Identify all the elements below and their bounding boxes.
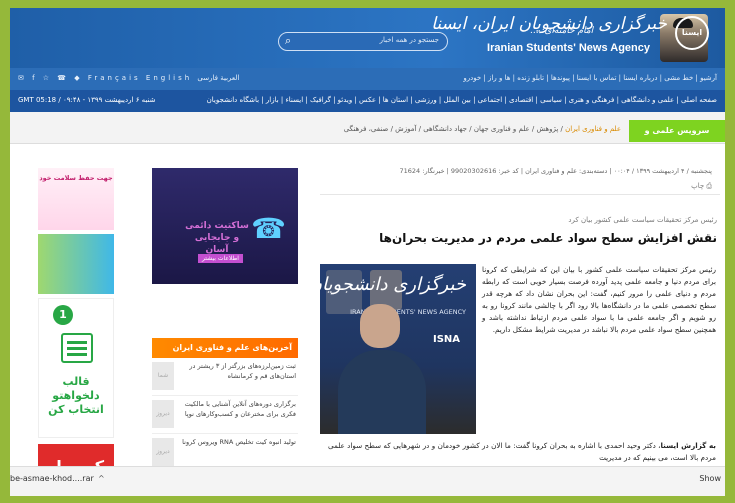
speaker-body xyxy=(338,350,426,434)
download-bar: be-asmae-khod....rar ^ Show xyxy=(10,466,725,496)
language-social-links[interactable]: ✉ f ☆ ☎ ◆ Français English العربية فارسی xyxy=(18,74,239,82)
body-text: ، دکتر وحید احمدی با اشاره به بحران کرون… xyxy=(328,441,716,462)
document-icon xyxy=(61,333,93,363)
article-body: رئیس مرکز تحقیقات سیاست علمی کشور با بیا… xyxy=(482,265,716,334)
sub-nav-active[interactable]: علم و فناوری ایران xyxy=(565,125,621,133)
item-time: شما xyxy=(152,362,174,390)
side-ads: جهت حفظ سلامت خود 1 قالب دلخواهتو انتخاب… xyxy=(38,168,114,490)
item-title[interactable]: برگزاری دوره‌های آنلاین آشنایی با مالکیت… xyxy=(178,399,296,419)
search-bar[interactable]: ⌕ جستجو در همه اخبار xyxy=(278,32,448,51)
service-nav: سرویس علمی و دانشگاهی علم و فناوری ایران… xyxy=(10,112,725,157)
service-tab[interactable]: سرویس علمی و دانشگاهی xyxy=(629,120,725,157)
show-all-button[interactable]: Show xyxy=(699,474,721,483)
source-label: به گزارش ایسنا xyxy=(660,441,717,450)
top-links[interactable]: آرشیو | خط مشی | درباره ایسنا | تماس با … xyxy=(463,74,717,82)
brand-name-fa[interactable]: خبرگزاری دانشجویان ایران، ایسنا xyxy=(431,14,667,34)
sub-nav: علم و فناوری ایران / پژوهش / علم و فناور… xyxy=(344,125,621,133)
article-photo[interactable]: خبرگزاری دانشجویان ایران IRANIAN STUDENT… xyxy=(320,264,476,434)
cloud-ad-text: ساکتیت دائمی و جابجایی آسان xyxy=(185,221,249,255)
ad-number-badge: 1 xyxy=(53,305,73,325)
phone-icon: ☎ xyxy=(251,212,286,245)
item-time: دیروز xyxy=(152,400,174,428)
list-item[interactable]: شما ثبت زمین‌لرزه‌های بزرگتر از ۳ ریشتر … xyxy=(152,358,298,396)
health-ad[interactable]: جهت حفظ سلامت خود xyxy=(38,168,114,230)
speaker-face xyxy=(360,304,400,348)
brand-name-en[interactable]: Iranian Students' News Agency xyxy=(487,42,650,54)
date-display: GMT 05:18 / ۰۹:۴۸ - شنبه ۶ اردیبهشت ۱۳۹۹ xyxy=(18,96,156,104)
template-ad-text: قالب دلخواهتو انتخاب کن xyxy=(48,375,104,416)
main-nav-items[interactable]: صفحه اصلی | علمی و دانشگاهی | فرهنگی و ه… xyxy=(207,96,717,104)
meta-row: پنجشنبه / ۴ اردیبهشت ۱۳۹۹ / ۰۰:۰۴ | دسته… xyxy=(399,167,712,175)
cloud-ad-button[interactable]: اطلاعات بیشتر xyxy=(198,254,243,263)
article-body-continued: به گزارش ایسنا، دکتر وحید احمدی با اشاره… xyxy=(328,440,716,464)
article-title: نقش افزایش سطح سواد علمی مردم در مدیریت … xyxy=(379,231,717,245)
top-links-bar: ✉ f ☆ ☎ ◆ Français English العربية فارسی… xyxy=(10,68,725,90)
sub-nav-items[interactable]: / پژوهش / علم و فناوری جهان / جهاد دانشگ… xyxy=(344,125,565,133)
main-nav: GMT 05:18 / ۰۹:۴۸ - شنبه ۶ اردیبهشت ۱۳۹۹… xyxy=(10,90,725,112)
article-meta: پنجشنبه / ۴ اردیبهشت ۱۳۹۹ / ۰۰:۰۴ | دسته… xyxy=(320,163,720,195)
search-input[interactable]: جستجو در همه اخبار xyxy=(380,36,439,44)
item-time: دیروز xyxy=(152,438,174,466)
cloud-ad-banner[interactable]: ☎ ساکتیت دائمی و جابجایی آسان اطلاعات بی… xyxy=(152,168,298,284)
site-header: امام خامنه‌ای: ... ⌕ جستجو در همه اخبار … xyxy=(10,8,725,68)
browser-viewport: امام خامنه‌ای: ... ⌕ جستجو در همه اخبار … xyxy=(10,8,725,496)
chevron-up-icon[interactable]: ^ xyxy=(98,474,105,483)
latest-news-heading[interactable]: آخرین‌های علم و فناوری ایران xyxy=(152,338,298,358)
item-title[interactable]: ثبت زمین‌لرزه‌های بزرگتر از ۳ ریشتر در ا… xyxy=(178,361,296,381)
list-item[interactable]: دیروز برگزاری دوره‌های آنلاین آشنایی با … xyxy=(152,396,298,434)
isna-logo[interactable]: ایسنا xyxy=(675,16,709,50)
item-title[interactable]: تولید انبوه کیت تخلیص RNA ویروس کرونا xyxy=(178,437,296,447)
devices-ad[interactable] xyxy=(38,234,114,294)
photo-isna-text: ISNA xyxy=(432,334,460,345)
print-button[interactable]: ⎙ چاپ xyxy=(691,182,712,191)
article-lead: رئیس مرکز تحقیقات سیاست علمی کشور بیان ک… xyxy=(568,216,717,224)
photo-brand-text: خبرگزاری دانشجویان ایران xyxy=(320,274,466,295)
search-icon[interactable]: ⌕ xyxy=(285,34,291,48)
template-ad[interactable]: 1 قالب دلخواهتو انتخاب کن xyxy=(38,298,114,438)
download-item[interactable]: be-asmae-khod....rar xyxy=(10,474,94,483)
